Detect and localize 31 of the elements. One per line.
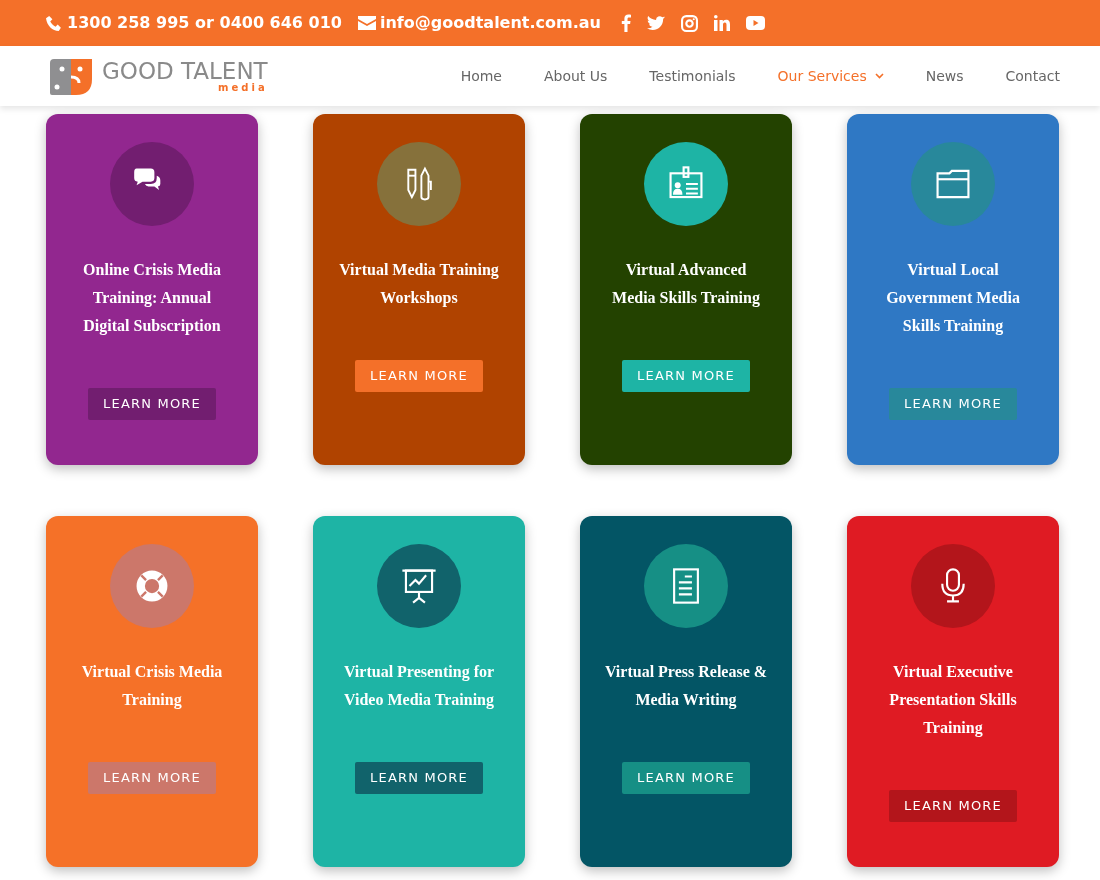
facebook-icon[interactable] [621, 14, 631, 32]
card-title: Online Crisis Media Training: Annual Digital Subscription [82, 260, 222, 337]
card-title: Virtual Media Training Workshops [338, 260, 500, 309]
presentation-board-icon [400, 567, 438, 605]
phone-icon [46, 14, 63, 32]
learn-more-button[interactable]: LEARN MORE [889, 388, 1017, 420]
nav-link[interactable]: Our Services [777, 65, 884, 87]
logo-wordmark: GOOD TALENT [102, 59, 268, 83]
card-title: Virtual Crisis Media Training [80, 662, 224, 711]
youtube-icon[interactable] [746, 16, 765, 30]
nav-link[interactable]: About Us [543, 65, 608, 87]
learn-more-button[interactable]: LEARN MORE [889, 790, 1017, 822]
learn-more-button[interactable]: LEARN MORE [88, 388, 216, 420]
phone-number: 1300 258 995 or 0400 646 010 [67, 12, 342, 34]
instagram-icon[interactable] [681, 14, 698, 32]
card-title: Virtual Press Release & Media Writing [603, 662, 769, 711]
twitter-icon[interactable] [647, 15, 665, 31]
logo-tagline: media [218, 82, 268, 93]
linkedin-icon[interactable] [714, 15, 730, 31]
nav-link[interactable]: Testimonials [649, 65, 736, 87]
learn-more-button[interactable]: LEARN MORE [355, 762, 483, 794]
card-title: Virtual Advanced Media Skills Training [611, 260, 761, 309]
card-title: Virtual Local Government Media Skills Training [885, 260, 1021, 337]
nav-link[interactable]: Contact [1005, 65, 1060, 87]
learn-more-button[interactable]: LEARN MORE [88, 762, 216, 794]
envelope-icon [357, 16, 376, 30]
card-title: Virtual Presenting for Video Media Training [342, 662, 496, 711]
nav-link[interactable]: Home [460, 65, 502, 87]
nav-link[interactable]: News [925, 65, 964, 87]
learn-more-button[interactable]: LEARN MORE [622, 762, 750, 794]
card-title: Virtual Executive Presentation Skills Training [888, 662, 1018, 739]
